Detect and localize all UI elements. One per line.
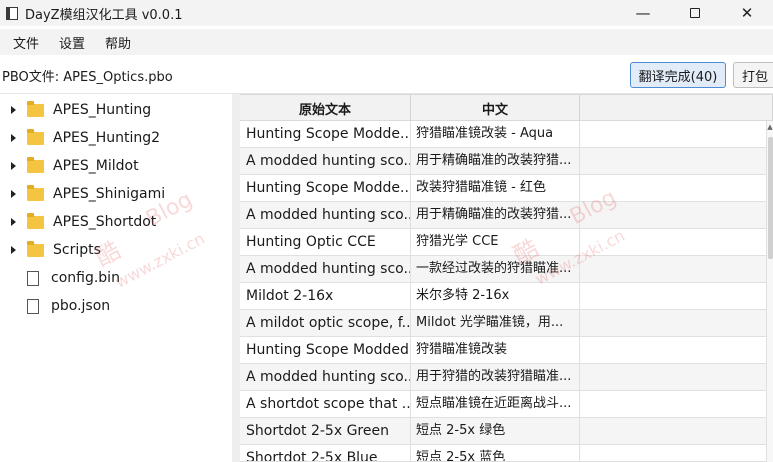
original-text-cell[interactable]: Hunting Scope Modded — [240, 337, 411, 363]
table-row[interactable]: Shortdot 2-5x Blue 短点 2-5x 蓝色 — [240, 445, 767, 462]
file-icon — [27, 298, 39, 314]
empty-cell — [580, 283, 767, 309]
expand-arrow-icon[interactable] — [11, 190, 16, 198]
close-button[interactable]: ✕ — [721, 0, 773, 26]
table-row[interactable]: A shortdot scope that ... 短点瞄准镜在近距离战斗... — [240, 391, 767, 418]
table-row[interactable]: A modded hunting sco... 一款经过改装的狩猎瞄准... — [240, 256, 767, 283]
menu-help[interactable]: 帮助 — [99, 33, 139, 52]
title-bar: DayZ模组汉化工具 v0.0.1 — ✕ — [0, 0, 773, 26]
original-text-cell[interactable]: Shortdot 2-5x Blue — [240, 445, 411, 461]
window-controls: — ✕ — [617, 0, 773, 26]
empty-cell — [580, 337, 767, 363]
chinese-text-cell[interactable]: 狩猎光学 CCE — [411, 229, 580, 255]
chinese-text-cell[interactable]: 短点瞄准镜在近距离战斗... — [411, 391, 580, 417]
pane-splitter[interactable] — [232, 94, 240, 462]
tree-file-label: config.bin — [51, 270, 120, 286]
folder-icon — [27, 156, 44, 173]
folder-icon — [27, 212, 44, 229]
file-icon — [27, 270, 39, 286]
app-icon — [6, 6, 18, 20]
maximize-button[interactable] — [669, 0, 721, 26]
original-text-cell[interactable]: A shortdot scope that ... — [240, 391, 411, 417]
column-header-chinese[interactable]: 中文 — [411, 95, 580, 121]
empty-cell — [580, 418, 767, 444]
original-text-cell[interactable]: A modded hunting sco... — [240, 202, 411, 228]
column-header-empty — [580, 95, 773, 121]
chinese-text-cell[interactable]: 狩猎瞄准镜改装 - Aqua — [411, 121, 580, 147]
expand-arrow-icon[interactable] — [11, 218, 16, 226]
empty-cell — [580, 121, 767, 147]
original-text-cell[interactable]: A modded hunting sco... — [240, 148, 411, 174]
folder-icon — [27, 128, 44, 145]
chinese-text-cell[interactable]: 改装狩猎瞄准镜 - 红色 — [411, 175, 580, 201]
tree-folder-label: APES_Shinigami — [53, 186, 166, 202]
chinese-text-cell[interactable]: 短点 2-5x 蓝色 — [411, 445, 580, 461]
table-header: 原始文本 中文 — [240, 94, 773, 121]
translate-complete-button[interactable]: 翻译完成(40) — [630, 62, 726, 88]
tree-folder-label: APES_Mildot — [53, 158, 139, 174]
window-title: DayZ模组汉化工具 v0.0.1 — [25, 7, 183, 23]
toolbar: PBO文件: APES_Optics.pbo 翻译完成(40) 打包 — [0, 57, 773, 94]
scrollbar-thumb[interactable] — [768, 137, 773, 259]
table-row[interactable]: Hunting Scope Modde... 狩猎瞄准镜改装 - Aqua — [240, 121, 767, 148]
table-row[interactable]: Hunting Optic CCE 狩猎光学 CCE — [240, 229, 767, 256]
empty-cell — [580, 391, 767, 417]
scroll-up-arrow-icon[interactable]: ▲ — [767, 123, 773, 131]
chinese-text-cell[interactable]: 用于精确瞄准的改装狩猎... — [411, 148, 580, 174]
original-text-cell[interactable]: A modded hunting sco... — [240, 256, 411, 282]
menu-file[interactable]: 文件 — [7, 33, 47, 52]
empty-cell — [580, 256, 767, 282]
tree-folder-label: APES_Hunting2 — [53, 130, 161, 146]
menu-settings[interactable]: 设置 — [53, 33, 93, 52]
column-header-original[interactable]: 原始文本 — [240, 95, 411, 121]
empty-cell — [580, 310, 767, 336]
table-row[interactable]: A mildot optic scope, f... Mildot 光学瞄准镜，… — [240, 310, 767, 337]
minimize-button[interactable]: — — [617, 0, 669, 26]
expand-arrow-icon[interactable] — [11, 106, 16, 114]
original-text-cell[interactable]: Mildot 2-16x — [240, 283, 411, 309]
original-text-cell[interactable]: Shortdot 2-5x Green — [240, 418, 411, 444]
empty-cell — [580, 148, 767, 174]
pbo-file-label: PBO文件: APES_Optics.pbo — [2, 70, 173, 85]
menu-bar: 文件 设置 帮助 — [0, 29, 773, 55]
chinese-text-cell[interactable]: 米尔多特 2-16x — [411, 283, 580, 309]
chinese-text-cell[interactable]: 短点 2-5x 绿色 — [411, 418, 580, 444]
expand-arrow-icon[interactable] — [11, 134, 16, 142]
table-row[interactable]: Hunting Scope Modded 狩猎瞄准镜改装 — [240, 337, 767, 364]
table-row[interactable]: A modded hunting sco... 用于精确瞄准的改装狩猎... — [240, 148, 767, 175]
original-text-cell[interactable]: A modded hunting sco... — [240, 364, 411, 390]
folder-icon — [27, 240, 44, 257]
translation-table: 原始文本 中文 Hunting Scope Modde... 狩猎瞄准镜改装 -… — [240, 94, 773, 462]
original-text-cell[interactable]: Hunting Scope Modde... — [240, 121, 411, 147]
chinese-text-cell[interactable]: 用于狩猎的改装狩猎瞄准... — [411, 364, 580, 390]
empty-cell — [580, 445, 767, 461]
table-row[interactable]: A modded hunting sco... 用于精确瞄准的改装狩猎... — [240, 202, 767, 229]
original-text-cell[interactable]: Hunting Scope Modde... — [240, 175, 411, 201]
chinese-text-cell[interactable]: Mildot 光学瞄准镜，用... — [411, 310, 580, 336]
pack-button[interactable]: 打包 — [733, 62, 773, 88]
expand-arrow-icon[interactable] — [11, 246, 16, 254]
table-row[interactable]: A modded hunting sco... 用于狩猎的改装狩猎瞄准... — [240, 364, 767, 391]
chinese-text-cell[interactable]: 狩猎瞄准镜改装 — [411, 337, 580, 363]
table-row[interactable]: Shortdot 2-5x Green 短点 2-5x 绿色 — [240, 418, 767, 445]
original-text-cell[interactable]: Hunting Optic CCE — [240, 229, 411, 255]
tree-file-label: pbo.json — [51, 298, 111, 314]
table-row[interactable]: Mildot 2-16x 米尔多特 2-16x — [240, 283, 767, 310]
folder-icon — [27, 100, 44, 117]
empty-cell — [580, 364, 767, 390]
folder-icon — [27, 184, 44, 201]
maximize-icon — [690, 8, 700, 18]
table-row[interactable]: Hunting Scope Modde... 改装狩猎瞄准镜 - 红色 — [240, 175, 767, 202]
tree-folder-label: APES_Hunting — [53, 102, 152, 118]
chinese-text-cell[interactable]: 用于精确瞄准的改装狩猎... — [411, 202, 580, 228]
original-text-cell[interactable]: A mildot optic scope, f... — [240, 310, 411, 336]
tree-folder-label: APES_Shortdot — [53, 214, 157, 230]
expand-arrow-icon[interactable] — [11, 162, 16, 170]
